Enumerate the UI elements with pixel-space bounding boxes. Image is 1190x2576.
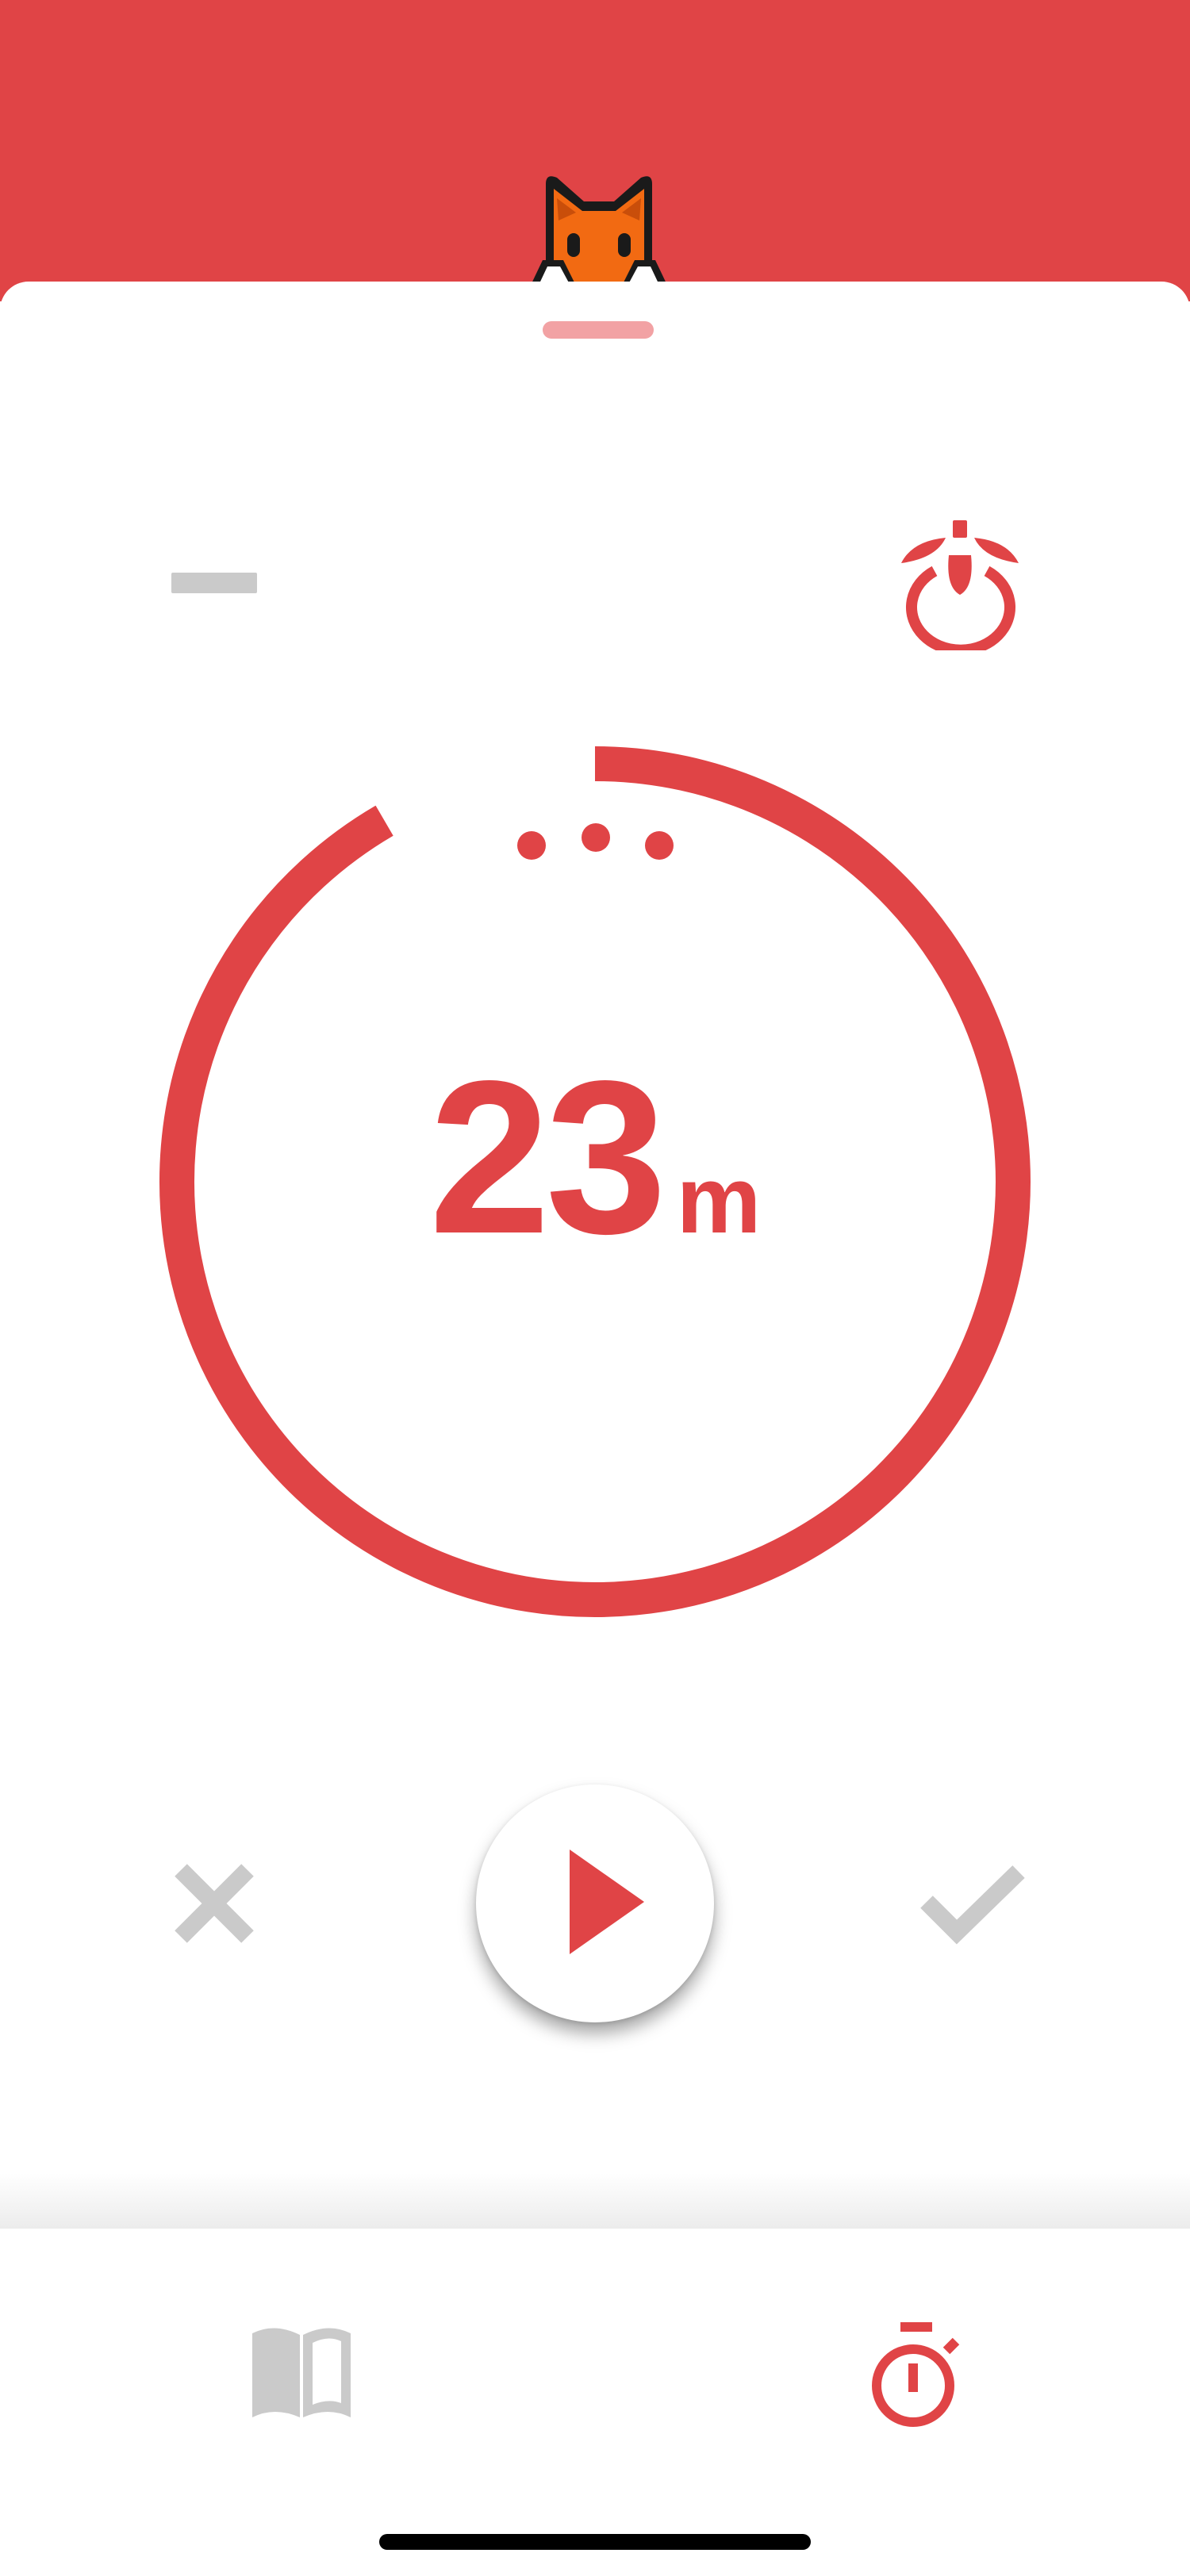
decrease-time-button[interactable] <box>155 555 274 611</box>
home-indicator[interactable] <box>379 2534 811 2550</box>
timer-minutes: 23 <box>428 1036 667 1279</box>
play-button[interactable] <box>476 1784 714 2022</box>
book-icon[interactable] <box>238 2316 365 2427</box>
session-dot <box>645 831 674 860</box>
session-dot <box>582 823 610 852</box>
close-icon[interactable] <box>167 1856 262 1951</box>
tab-bar <box>0 2229 1190 2576</box>
timer-unit: m <box>676 1147 762 1253</box>
play-icon <box>570 1850 644 1954</box>
minus-icon <box>171 573 257 593</box>
checkmark-icon[interactable] <box>912 1856 1031 1951</box>
fox-icon <box>527 176 671 293</box>
sheet-grabber[interactable] <box>543 321 654 339</box>
session-dot <box>517 831 546 860</box>
app-root: 23 m <box>0 0 1190 2576</box>
tab-bar-shadow <box>0 2173 1190 2229</box>
tomato-timer-icon[interactable] <box>889 508 1031 650</box>
timer-display: 23 m <box>119 1039 1071 1277</box>
session-dots <box>517 823 674 860</box>
stopwatch-icon[interactable] <box>861 2316 972 2435</box>
